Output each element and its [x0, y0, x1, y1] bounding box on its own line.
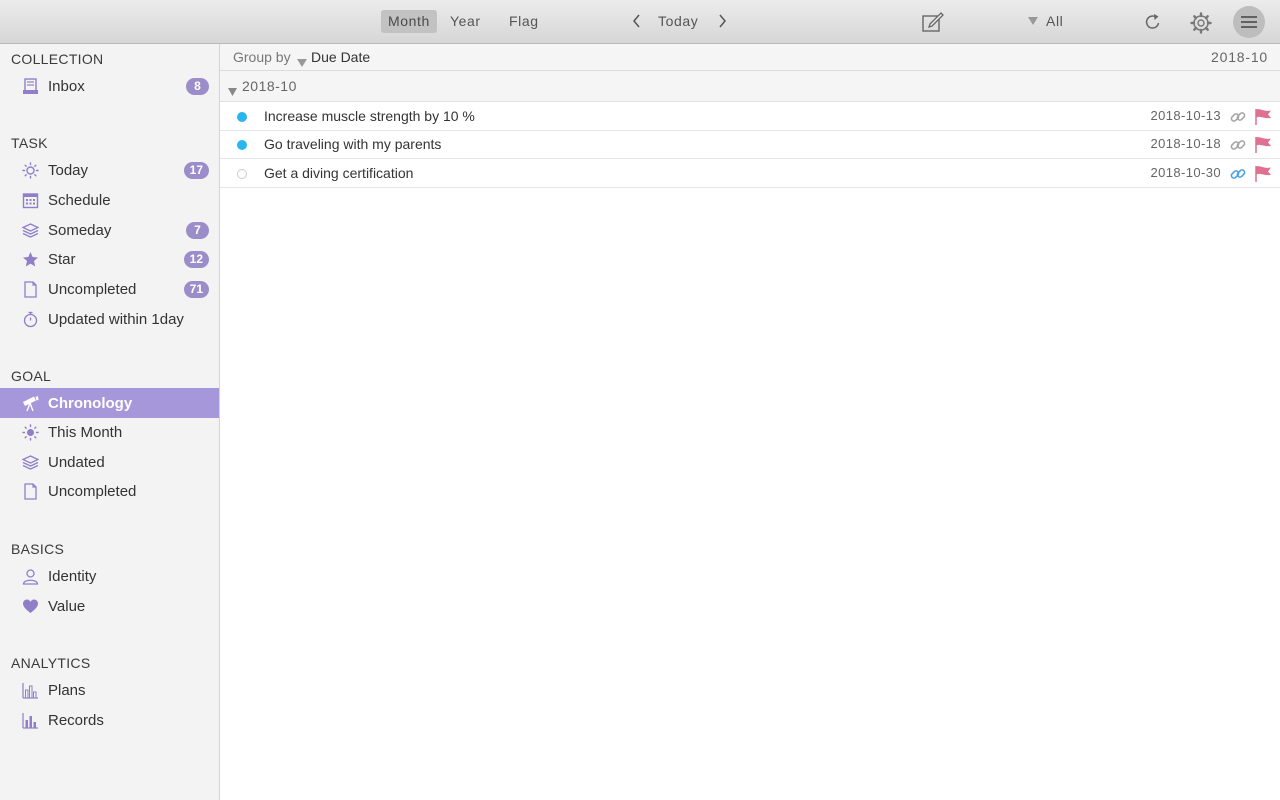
sidebar-item-star[interactable]: Star 12 — [0, 244, 219, 274]
task-title: Get a diving certification — [264, 165, 414, 181]
flag-icon[interactable] — [1254, 136, 1272, 154]
status-dot[interactable] — [237, 140, 247, 150]
compose-icon[interactable] — [921, 11, 945, 33]
sidebar-item-label: Chronology — [48, 394, 133, 412]
bar-chart-icon — [22, 712, 39, 729]
tab-flag[interactable]: Flag — [502, 10, 546, 33]
document-icon — [22, 281, 39, 298]
sidebar-item-label: Uncompleted — [48, 482, 137, 500]
main-panel: Group by Due Date 2018-10 2018-10 Increa… — [220, 44, 1280, 800]
dropdown-triangle-icon[interactable] — [297, 54, 307, 72]
sun-icon — [22, 162, 39, 179]
chevron-left-icon[interactable] — [629, 11, 645, 31]
table-row[interactable]: Go traveling with my parents 2018-10-18 — [220, 130, 1280, 159]
sidebar-item-uncompleted[interactable]: Uncompleted 71 — [0, 274, 219, 304]
table-row[interactable]: Increase muscle strength by 10 % 2018-10… — [220, 102, 1280, 131]
current-period: 2018-10 — [1211, 49, 1268, 65]
bar-chart-outline-icon — [22, 682, 39, 699]
sidebar-item-label: Schedule — [48, 191, 111, 209]
sidebar-item-goal-uncompleted[interactable]: Uncompleted — [0, 476, 219, 506]
person-icon — [22, 568, 39, 585]
sidebar-item-someday[interactable]: Someday 7 — [0, 215, 219, 245]
count-badge: 71 — [183, 280, 209, 298]
table-row[interactable]: Get a diving certification 2018-10-30 — [220, 159, 1280, 188]
group-header[interactable]: 2018-10 — [220, 71, 1280, 102]
link-icon[interactable] — [1230, 109, 1246, 125]
sidebar-item-label: Inbox — [48, 77, 85, 95]
sidebar-item-identity[interactable]: Identity — [0, 561, 219, 591]
layers-icon — [22, 222, 39, 239]
count-badge: 8 — [186, 77, 209, 95]
stopwatch-icon — [22, 311, 39, 328]
sidebar-item-label: Today — [48, 161, 89, 179]
tab-year[interactable]: Year — [443, 10, 488, 33]
group-header-label: 2018-10 — [242, 78, 297, 94]
sidebar-item-inbox[interactable]: Inbox 8 — [0, 71, 219, 101]
refresh-icon[interactable] — [1143, 12, 1163, 32]
sidebar-item-label: This Month — [48, 423, 123, 441]
sidebar-item-this-month[interactable]: This Month — [0, 417, 219, 447]
calendar-icon — [22, 192, 39, 209]
sidebar-item-updated-within-1day[interactable]: Updated within 1day — [0, 304, 219, 334]
group-by-bar: Group by Due Date 2018-10 — [220, 44, 1280, 71]
today-button[interactable]: Today — [658, 10, 698, 33]
status-dot[interactable] — [237, 169, 247, 179]
group-by-select[interactable]: Due Date — [311, 49, 370, 65]
status-dot[interactable] — [237, 112, 247, 122]
flag-icon[interactable] — [1254, 165, 1272, 183]
tab-month[interactable]: Month — [381, 10, 437, 33]
menu-icon[interactable] — [1233, 6, 1265, 38]
sidebar-item-label: Plans — [48, 681, 86, 699]
star-icon — [22, 251, 39, 268]
layers-icon — [22, 454, 39, 471]
sidebar-item-value[interactable]: Value — [0, 591, 219, 621]
gear-icon[interactable] — [1189, 11, 1213, 35]
filter-all[interactable]: All — [1046, 10, 1063, 33]
sidebar-item-label: Records — [48, 711, 104, 729]
due-date: 2018-10-30 — [1150, 165, 1221, 180]
heart-icon — [22, 598, 39, 615]
sidebar-item-today[interactable]: Today 17 — [0, 155, 219, 185]
link-icon[interactable] — [1230, 166, 1246, 182]
sidebar-item-label: Undated — [48, 453, 105, 471]
due-date: 2018-10-18 — [1150, 136, 1221, 151]
link-icon[interactable] — [1230, 137, 1246, 153]
count-badge: 12 — [183, 250, 209, 268]
flag-icon[interactable] — [1254, 108, 1272, 126]
section-title-collection: COLLECTION — [11, 51, 104, 67]
disclosure-triangle-icon[interactable] — [228, 83, 237, 101]
sidebar-item-label: Updated within 1day — [48, 310, 184, 328]
sidebar-item-records[interactable]: Records — [0, 705, 219, 735]
sidebar-item-chronology[interactable]: Chronology — [0, 388, 219, 418]
section-title-basics: BASICS — [11, 541, 65, 557]
task-title: Go traveling with my parents — [264, 136, 442, 152]
count-badge: 7 — [186, 221, 209, 239]
count-badge: 17 — [183, 161, 209, 179]
sidebar-item-label: Star — [48, 250, 76, 268]
telescope-icon — [22, 395, 39, 412]
section-title-analytics: ANALYTICS — [11, 655, 91, 671]
filter-triangle-icon[interactable] — [1027, 16, 1039, 26]
sidebar-item-label: Someday — [48, 221, 112, 239]
sidebar: COLLECTION Inbox 8 TASK Today 17 Schedul… — [0, 44, 220, 800]
sidebar-item-undated[interactable]: Undated — [0, 447, 219, 477]
section-title-task: TASK — [11, 135, 48, 151]
chevron-right-icon[interactable] — [714, 11, 730, 31]
sun-icon — [22, 424, 39, 441]
sidebar-item-plans[interactable]: Plans — [0, 675, 219, 705]
sidebar-item-label: Uncompleted — [48, 280, 137, 298]
task-title: Increase muscle strength by 10 % — [264, 108, 475, 124]
group-by-label: Group by — [233, 49, 291, 65]
inbox-icon — [22, 78, 39, 95]
sidebar-item-schedule[interactable]: Schedule — [0, 185, 219, 215]
sidebar-item-label: Value — [48, 597, 86, 615]
due-date: 2018-10-13 — [1150, 108, 1221, 123]
toolbar: Month Year Flag Today All — [0, 0, 1280, 44]
section-title-goal: GOAL — [11, 368, 52, 384]
sidebar-item-label: Identity — [48, 567, 97, 585]
document-icon — [22, 483, 39, 500]
